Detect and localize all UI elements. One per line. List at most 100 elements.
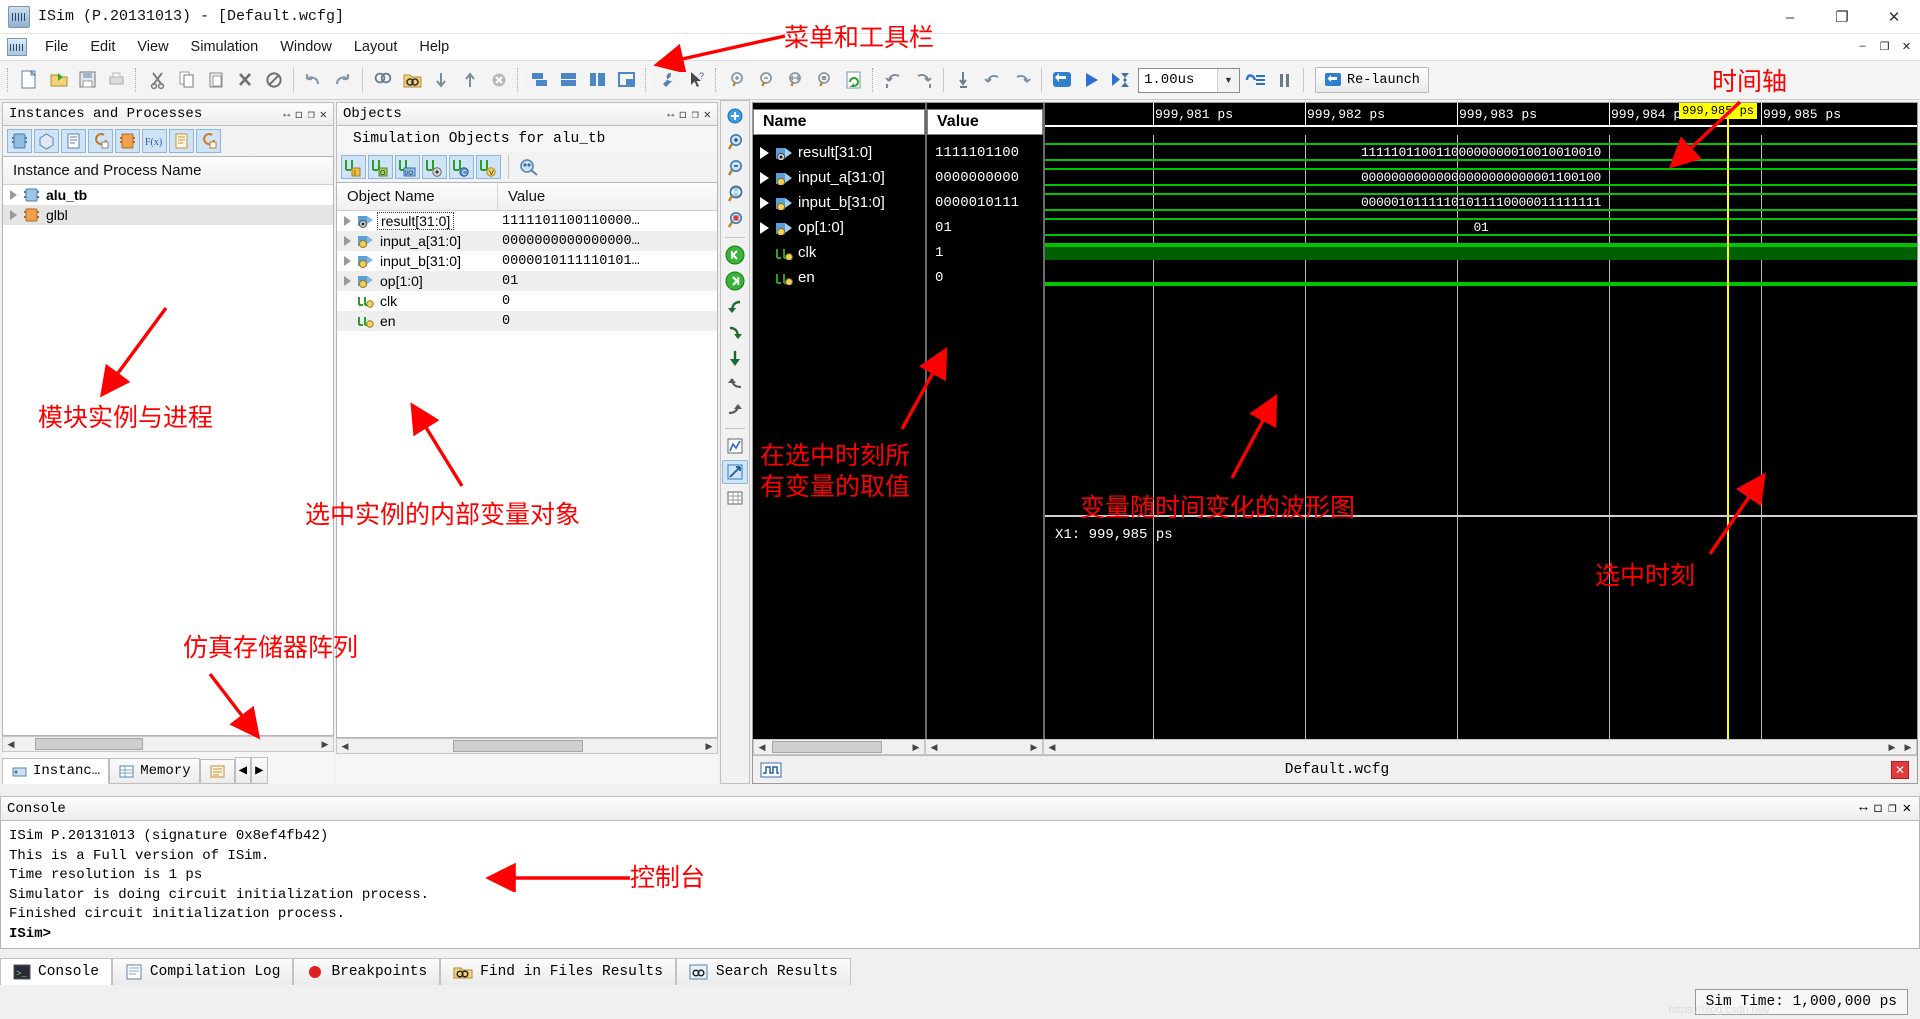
scroll-far-right-icon[interactable]: ▶ bbox=[1900, 740, 1916, 754]
toolbar-grip[interactable] bbox=[7, 68, 11, 92]
close-button[interactable]: ✕ bbox=[1868, 0, 1920, 34]
menu-edit[interactable]: Edit bbox=[79, 37, 126, 57]
toolbar-grip-4[interactable] bbox=[645, 68, 649, 92]
wave-prev-marker-icon[interactable] bbox=[722, 373, 748, 397]
objects-row[interactable]: clk 0 bbox=[337, 291, 717, 311]
expand-arrow-icon[interactable] bbox=[753, 147, 775, 159]
layout-horizontal-icon[interactable] bbox=[554, 66, 583, 95]
scroll-left-icon[interactable]: ◀ bbox=[1044, 740, 1060, 754]
run-time-combo[interactable]: 1.00us ▼ bbox=[1138, 68, 1240, 93]
objects-row[interactable]: input_b[31:0] 0000010111110101… bbox=[337, 251, 717, 271]
tabs-scroll-left[interactable]: ◀ bbox=[235, 757, 251, 784]
wave-row-name[interactable]: en bbox=[753, 265, 925, 290]
expand-arrow-icon[interactable] bbox=[753, 222, 775, 234]
new-file-icon[interactable] bbox=[15, 66, 44, 95]
wave-name-scroll-thumb[interactable] bbox=[772, 741, 882, 753]
cancel-icon[interactable] bbox=[484, 66, 513, 95]
step-down-icon[interactable] bbox=[426, 66, 455, 95]
scroll-right-icon[interactable]: ▶ bbox=[1884, 740, 1900, 754]
wave-document-tab-label[interactable]: Default.wcfg bbox=[783, 762, 1891, 778]
filter-variables-icon[interactable]: V bbox=[476, 155, 501, 179]
scroll-right-icon[interactable]: ▶ bbox=[908, 740, 924, 754]
wave-row-name[interactable]: op[1:0] bbox=[753, 215, 925, 240]
wave-time-ruler[interactable]: 999,981 ps 999,982 ps 999,983 ps 999,984… bbox=[1045, 103, 1917, 135]
expand-arrow-icon[interactable] bbox=[337, 256, 357, 266]
open-file-icon[interactable] bbox=[44, 66, 73, 95]
refresh-wave-icon[interactable] bbox=[839, 66, 868, 95]
mdi-minimize-button[interactable]: – bbox=[1853, 37, 1872, 55]
wave-name-header[interactable]: Name bbox=[753, 109, 925, 135]
wave-next-transition-icon[interactable] bbox=[722, 321, 748, 345]
wave-snap-cursor-icon[interactable] bbox=[722, 347, 748, 371]
wave-float-icon[interactable] bbox=[722, 460, 748, 484]
scroll-right-icon[interactable]: ▶ bbox=[1026, 740, 1042, 754]
find-in-files-icon[interactable] bbox=[397, 66, 426, 95]
menu-simulation[interactable]: Simulation bbox=[180, 37, 270, 57]
instances-row-alu_tb[interactable]: alu_tb bbox=[3, 185, 333, 205]
print-icon[interactable] bbox=[102, 66, 131, 95]
instances-row-glbl[interactable]: glbl bbox=[3, 205, 333, 225]
restart-simulation-icon[interactable] bbox=[1047, 66, 1076, 95]
mdi-close-button[interactable]: ✕ bbox=[1897, 37, 1916, 55]
tab-breakpoints[interactable]: Breakpoints bbox=[293, 958, 440, 985]
chevron-down-icon[interactable]: ▼ bbox=[1217, 69, 1239, 92]
expand-arrow-icon[interactable] bbox=[3, 210, 23, 220]
run-all-icon[interactable] bbox=[1076, 66, 1105, 95]
scroll-right-icon[interactable]: ▶ bbox=[317, 737, 333, 751]
scroll-right-icon[interactable]: ▶ bbox=[701, 739, 717, 753]
wave-add-marker-icon[interactable] bbox=[722, 104, 748, 128]
wave-cursor-x1[interactable] bbox=[1727, 103, 1729, 739]
toolbar-grip-6[interactable] bbox=[872, 68, 876, 92]
tab-find-in-files[interactable]: Find in Files Results bbox=[440, 958, 676, 985]
wave-zoom-fit-icon[interactable] bbox=[722, 182, 748, 206]
wave-next-marker-icon[interactable] bbox=[722, 399, 748, 423]
wave-measure-icon[interactable] bbox=[722, 434, 748, 458]
relaunch-button[interactable]: Re-launch bbox=[1315, 67, 1429, 93]
objects-grid[interactable]: Object Name Value result[31:0] 111110110… bbox=[336, 182, 718, 738]
wave-goto-start-icon[interactable] bbox=[722, 243, 748, 267]
show-instances-icon[interactable] bbox=[7, 129, 32, 153]
wave-zoom-out-icon[interactable] bbox=[722, 156, 748, 180]
step-up-icon[interactable] bbox=[455, 66, 484, 95]
no-entry-icon[interactable] bbox=[259, 66, 288, 95]
wave-row-name[interactable]: clk bbox=[753, 240, 925, 265]
snap-to-transition-icon[interactable] bbox=[949, 66, 978, 95]
menu-file[interactable]: File bbox=[34, 37, 79, 57]
tab-instances[interactable]: Instanc… bbox=[2, 758, 109, 784]
show-processes-icon[interactable] bbox=[88, 129, 113, 153]
layout-float-icon[interactable] bbox=[525, 66, 554, 95]
expand-arrow-icon[interactable] bbox=[753, 197, 775, 209]
wave-row-name[interactable]: result[31:0] bbox=[753, 140, 925, 165]
tab-console[interactable]: >_ Console bbox=[0, 958, 112, 985]
wave-table-icon[interactable] bbox=[722, 486, 748, 510]
wave-canvas[interactable]: 999,981 ps 999,982 ps 999,983 ps 999,984… bbox=[1043, 103, 1917, 739]
filter-internal-signals-icon[interactable] bbox=[422, 155, 447, 179]
objects-scroll-thumb[interactable] bbox=[453, 740, 583, 752]
console-undock-icon[interactable]: ↔ bbox=[1859, 800, 1867, 817]
instances-panel-maximize-icon[interactable]: ◻ bbox=[295, 107, 302, 122]
maximize-button[interactable]: ❐ bbox=[1816, 0, 1868, 34]
expand-arrow-icon[interactable] bbox=[337, 276, 357, 286]
tab-compilation-log[interactable]: Compilation Log bbox=[112, 958, 294, 985]
next-transition-icon[interactable] bbox=[1007, 66, 1036, 95]
console-restore-icon[interactable]: ❐ bbox=[1888, 800, 1896, 817]
step-simulation-icon[interactable] bbox=[1240, 66, 1269, 95]
find-icon[interactable] bbox=[368, 66, 397, 95]
expand-arrow-icon[interactable] bbox=[337, 236, 357, 246]
instances-panel-restore-icon[interactable]: ❐ bbox=[308, 107, 315, 122]
tab-source[interactable] bbox=[200, 759, 235, 784]
menu-view[interactable]: View bbox=[126, 37, 179, 57]
tabs-scroll-right[interactable]: ▶ bbox=[251, 757, 267, 784]
objects-row[interactable]: input_a[31:0] 0000000000000000… bbox=[337, 231, 717, 251]
objects-row[interactable]: en 0 bbox=[337, 311, 717, 331]
prev-transition-icon[interactable] bbox=[978, 66, 1007, 95]
undo-icon[interactable] bbox=[299, 66, 328, 95]
delete-icon[interactable] bbox=[230, 66, 259, 95]
instances-scroll-track[interactable] bbox=[19, 737, 317, 751]
scroll-left-icon[interactable]: ◀ bbox=[337, 739, 353, 753]
toolbar-grip-2[interactable] bbox=[135, 68, 139, 92]
pause-simulation-icon[interactable] bbox=[1269, 66, 1298, 95]
objects-hscrollbar[interactable]: ◀ ▶ bbox=[336, 738, 718, 754]
show-packages-icon[interactable] bbox=[34, 129, 59, 153]
objects-scroll-track[interactable] bbox=[353, 739, 701, 753]
